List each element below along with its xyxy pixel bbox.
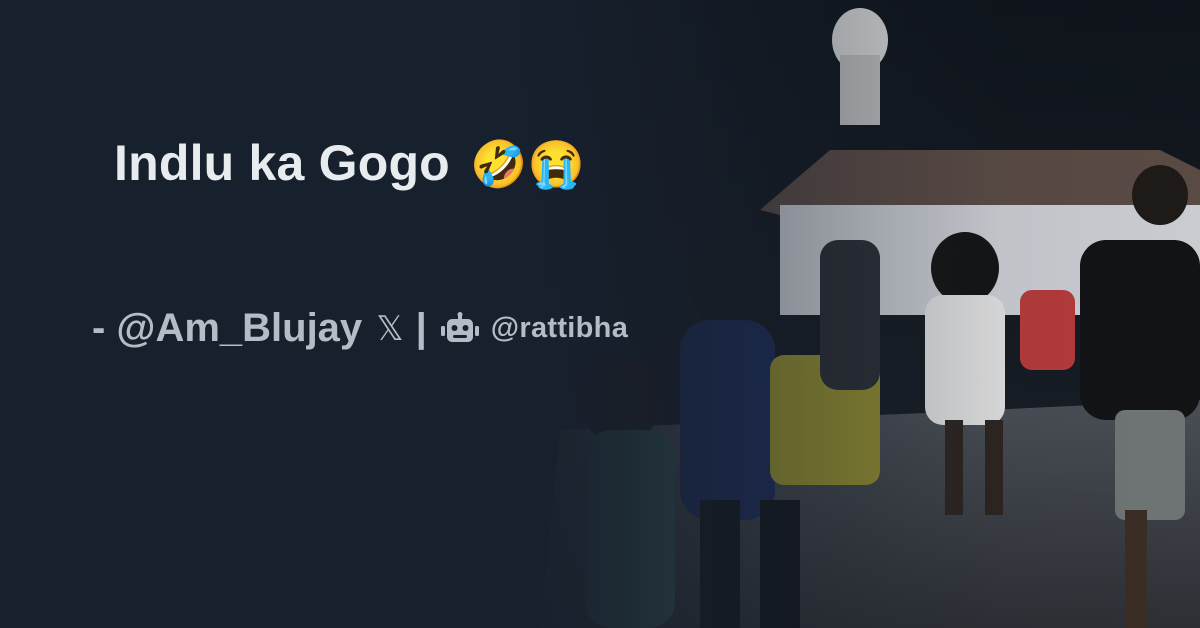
post-title-emoji: 🤣😭 bbox=[470, 138, 585, 190]
post-title: Indlu ka Gogo 🤣😭 bbox=[114, 134, 585, 192]
robot-icon bbox=[440, 311, 479, 342]
byline: - @Am_Blujay 𝕏 | @rattibha bbox=[92, 306, 628, 351]
author-handle[interactable]: - @Am_Blujay bbox=[92, 306, 362, 351]
site-handle[interactable]: @rattibha bbox=[491, 312, 628, 345]
share-card: Indlu ka Gogo 🤣😭 - @Am_Blujay 𝕏 | @ratti… bbox=[0, 0, 1200, 628]
post-title-text: Indlu ka Gogo bbox=[114, 135, 450, 191]
byline-separator: | bbox=[415, 306, 427, 350]
x-logo-icon: 𝕏 bbox=[376, 309, 404, 348]
